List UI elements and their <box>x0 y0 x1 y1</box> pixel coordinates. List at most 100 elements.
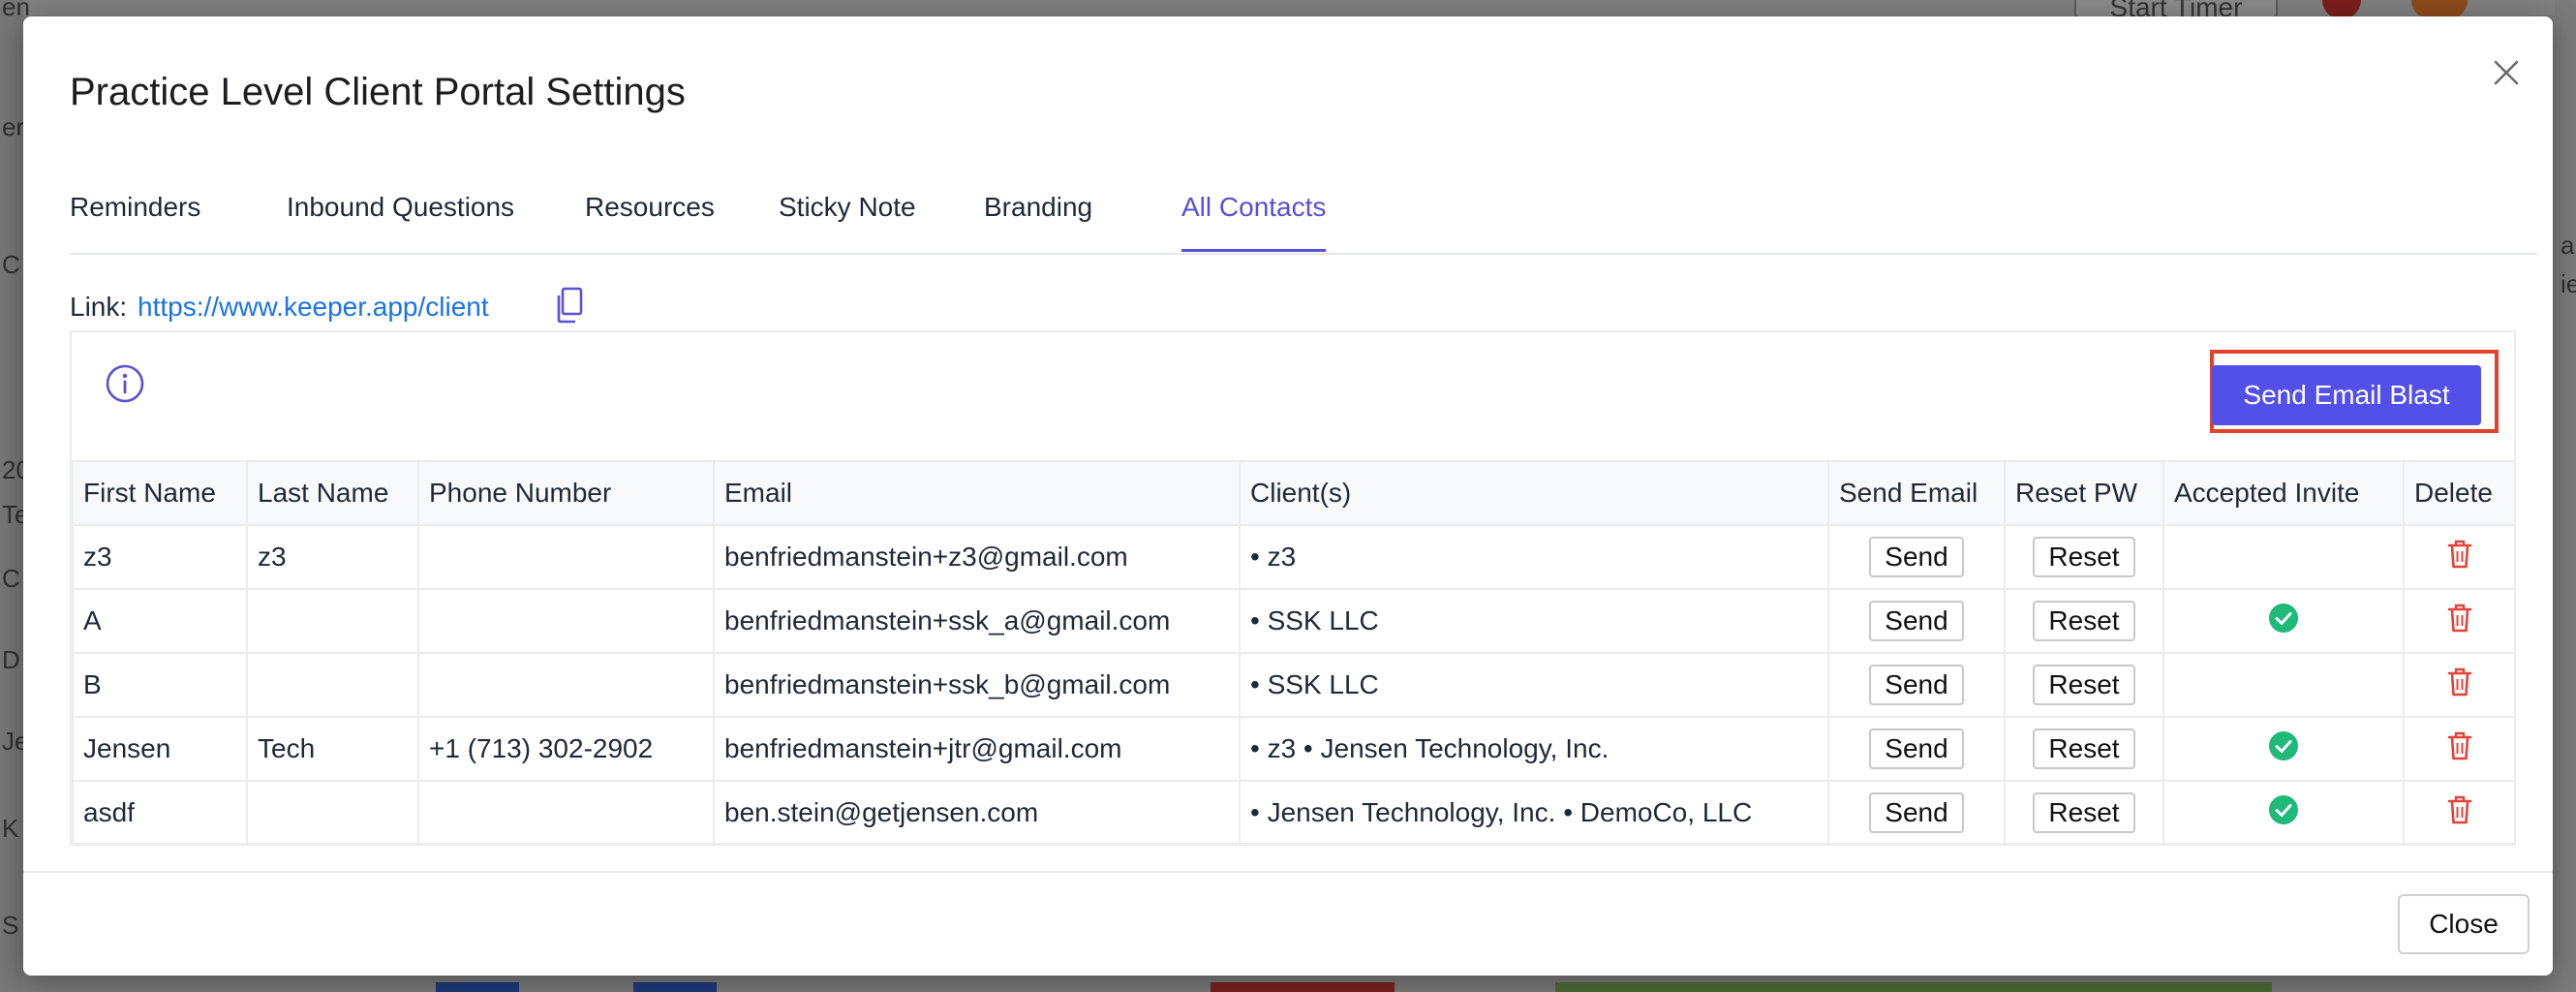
background-text: D <box>2 645 20 674</box>
cell-send-email: Send <box>1827 524 2006 590</box>
background-left-column: en er C 20 Te C D Je K S <box>0 0 30 992</box>
send-button[interactable]: Send <box>1869 600 1964 642</box>
header-delete: Delete <box>2403 460 2516 526</box>
table-row: z3 z3 benfriedmanstein+z3@gmail.com • z3… <box>72 524 2516 590</box>
table-header-row: First Name Last Name Phone Number Email … <box>72 460 2516 526</box>
cell-clients: • Jensen Technology, Inc. • DemoCo, LLC <box>1239 780 1829 846</box>
cell-email: benfriedmanstein+z3@gmail.com <box>713 524 1241 590</box>
trash-icon[interactable] <box>2446 730 2473 768</box>
tab-reminders[interactable]: Reminders <box>70 194 200 221</box>
check-circle-icon <box>2268 730 2299 768</box>
cell-reset-pw: Reset <box>2004 652 2164 718</box>
cell-first-name: B <box>72 652 248 718</box>
portal-link[interactable]: https://www.keeper.app/client <box>138 292 489 323</box>
cell-delete <box>2403 588 2516 654</box>
send-button[interactable]: Send <box>1869 728 1964 770</box>
reset-button[interactable]: Reset <box>2033 600 2135 642</box>
cell-phone <box>417 524 715 590</box>
header-last-name: Last Name <box>246 460 419 526</box>
close-button[interactable]: Close <box>2398 894 2530 954</box>
footer-divider <box>23 871 2553 873</box>
header-send-email: Send Email <box>1827 460 2006 526</box>
cell-accepted-invite <box>2162 716 2405 782</box>
check-circle-icon <box>2268 603 2299 640</box>
cell-reset-pw: Reset <box>2004 524 2164 590</box>
table-row: B benfriedmanstein+ssk_b@gmail.com • SSK… <box>72 652 2516 718</box>
background-cell <box>436 982 519 992</box>
cell-phone <box>417 780 715 846</box>
trash-icon[interactable] <box>2446 603 2473 640</box>
header-phone-number: Phone Number <box>417 460 715 526</box>
close-icon[interactable] <box>2491 57 2522 88</box>
cell-reset-pw: Reset <box>2004 588 2164 654</box>
background-bottom-cells <box>0 982 2576 992</box>
cell-delete <box>2403 716 2516 782</box>
header-clients: Client(s) <box>1239 460 1829 526</box>
cell-email: benfriedmanstein+jtr@gmail.com <box>713 716 1241 782</box>
cell-last-name <box>246 780 419 846</box>
cell-accepted-invite <box>2162 588 2405 654</box>
cell-delete <box>2403 524 2516 590</box>
cell-clients: • z3 <box>1239 524 1829 590</box>
cell-accepted-invite <box>2162 652 2405 718</box>
background-cell <box>633 982 717 992</box>
cell-first-name: asdf <box>72 780 248 846</box>
background-text: ie <box>2561 269 2576 298</box>
cell-send-email: Send <box>1827 780 2006 846</box>
link-label: Link: <box>70 292 128 322</box>
header-accepted-invite: Accepted Invite <box>2162 460 2405 526</box>
cell-email: ben.stein@getjensen.com <box>713 780 1241 846</box>
cell-accepted-invite <box>2162 524 2405 590</box>
cell-last-name: z3 <box>246 524 419 590</box>
reset-button[interactable]: Reset <box>2033 791 2135 834</box>
cell-first-name: A <box>72 588 248 654</box>
check-circle-icon <box>2268 794 2299 832</box>
cell-phone <box>417 652 715 718</box>
cell-accepted-invite <box>2162 780 2405 846</box>
cell-clients: • SSK LLC <box>1239 588 1829 654</box>
cell-phone <box>417 588 715 654</box>
cell-delete <box>2403 780 2516 846</box>
background-right-column: al ie <box>2555 0 2576 992</box>
tab-resources[interactable]: Resources <box>585 194 715 221</box>
background-cell <box>1211 982 1395 992</box>
cell-phone: +1 (713) 302-2902 <box>417 716 715 782</box>
settings-tabs: Reminders Inbound Questions Resources St… <box>70 176 2537 255</box>
cell-last-name: Tech <box>246 716 419 782</box>
trash-icon[interactable] <box>2446 666 2473 704</box>
reset-button[interactable]: Reset <box>2033 728 2135 770</box>
header-email: Email <box>713 460 1241 526</box>
contacts-panel: Send Email Blast First Name Last Name Ph… <box>70 330 2516 846</box>
background-text: C <box>2 250 20 279</box>
copy-icon[interactable] <box>554 286 585 325</box>
cell-email: benfriedmanstein+ssk_b@gmail.com <box>713 652 1241 718</box>
client-portal-settings-modal: Practice Level Client Portal Settings Re… <box>23 16 2553 976</box>
tab-inbound-questions[interactable]: Inbound Questions <box>287 194 514 221</box>
cell-last-name <box>246 652 419 718</box>
tab-all-contacts[interactable]: All Contacts <box>1181 194 1327 252</box>
info-icon[interactable] <box>105 363 145 404</box>
cell-email: benfriedmanstein+ssk_a@gmail.com <box>713 588 1241 654</box>
cell-reset-pw: Reset <box>2004 716 2164 782</box>
send-button[interactable]: Send <box>1869 664 1964 706</box>
cell-delete <box>2403 652 2516 718</box>
tab-sticky-note[interactable]: Sticky Note <box>779 194 916 221</box>
modal-title: Practice Level Client Portal Settings <box>70 71 686 113</box>
tab-branding[interactable]: Branding <box>984 194 1092 221</box>
cell-first-name: z3 <box>72 524 248 590</box>
contacts-table: First Name Last Name Phone Number Email … <box>72 460 2516 846</box>
background-text: K <box>2 814 19 843</box>
send-button[interactable]: Send <box>1869 791 1964 834</box>
background-text: S <box>2 911 19 940</box>
reset-button[interactable]: Reset <box>2033 536 2135 578</box>
cell-last-name <box>246 588 419 654</box>
trash-icon[interactable] <box>2446 539 2473 576</box>
table-row: asdf ben.stein@getjensen.com • Jensen Te… <box>72 780 2516 846</box>
trash-icon[interactable] <box>2446 794 2473 832</box>
send-email-blast-button[interactable]: Send Email Blast <box>2212 365 2481 425</box>
background-text: er <box>2 112 25 141</box>
send-button[interactable]: Send <box>1869 536 1964 578</box>
header-first-name: First Name <box>72 460 248 526</box>
reset-button[interactable]: Reset <box>2033 664 2135 706</box>
cell-send-email: Send <box>1827 652 2006 718</box>
